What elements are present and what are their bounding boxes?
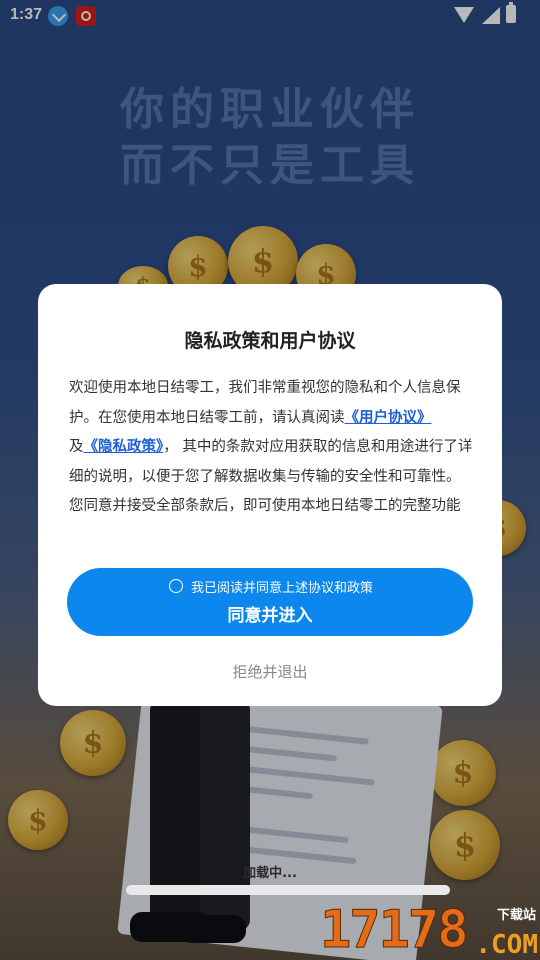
privacy-dialog: 隐私政策和用户协议 欢迎使用本地日结零工，我们非常重视您的隐私和个人信息保护。在…	[38, 284, 502, 706]
agree-button-label: 同意并进入	[227, 606, 313, 626]
reject-button[interactable]: 拒绝并退出	[38, 661, 502, 682]
body-text: 及	[69, 439, 84, 455]
watermark-number: 17178	[320, 900, 470, 960]
privacy-policy-link[interactable]: 《隐私政策》	[84, 439, 164, 455]
loading-text: 加载中...	[243, 866, 297, 881]
dialog-body: 欢迎使用本地日结零工，我们非常重视您的隐私和个人信息保护。在您使用本地日结零工前…	[69, 374, 473, 522]
dialog-title: 隐私政策和用户协议	[184, 330, 356, 352]
agree-button[interactable]: 我已阅读并同意上述协议和政策 同意并进入	[67, 568, 473, 636]
watermark: 17178 下载站 .COM	[320, 900, 540, 960]
consent-label: 我已阅读并同意上述协议和政策	[191, 581, 374, 596]
consent-checkbox[interactable]	[169, 579, 183, 593]
user-agreement-link[interactable]: 《用户协议》	[345, 410, 432, 426]
loading-progress-bar	[126, 885, 450, 895]
watermark-suffix: .COM	[475, 930, 538, 960]
watermark-site-label: 下载站	[496, 908, 536, 923]
